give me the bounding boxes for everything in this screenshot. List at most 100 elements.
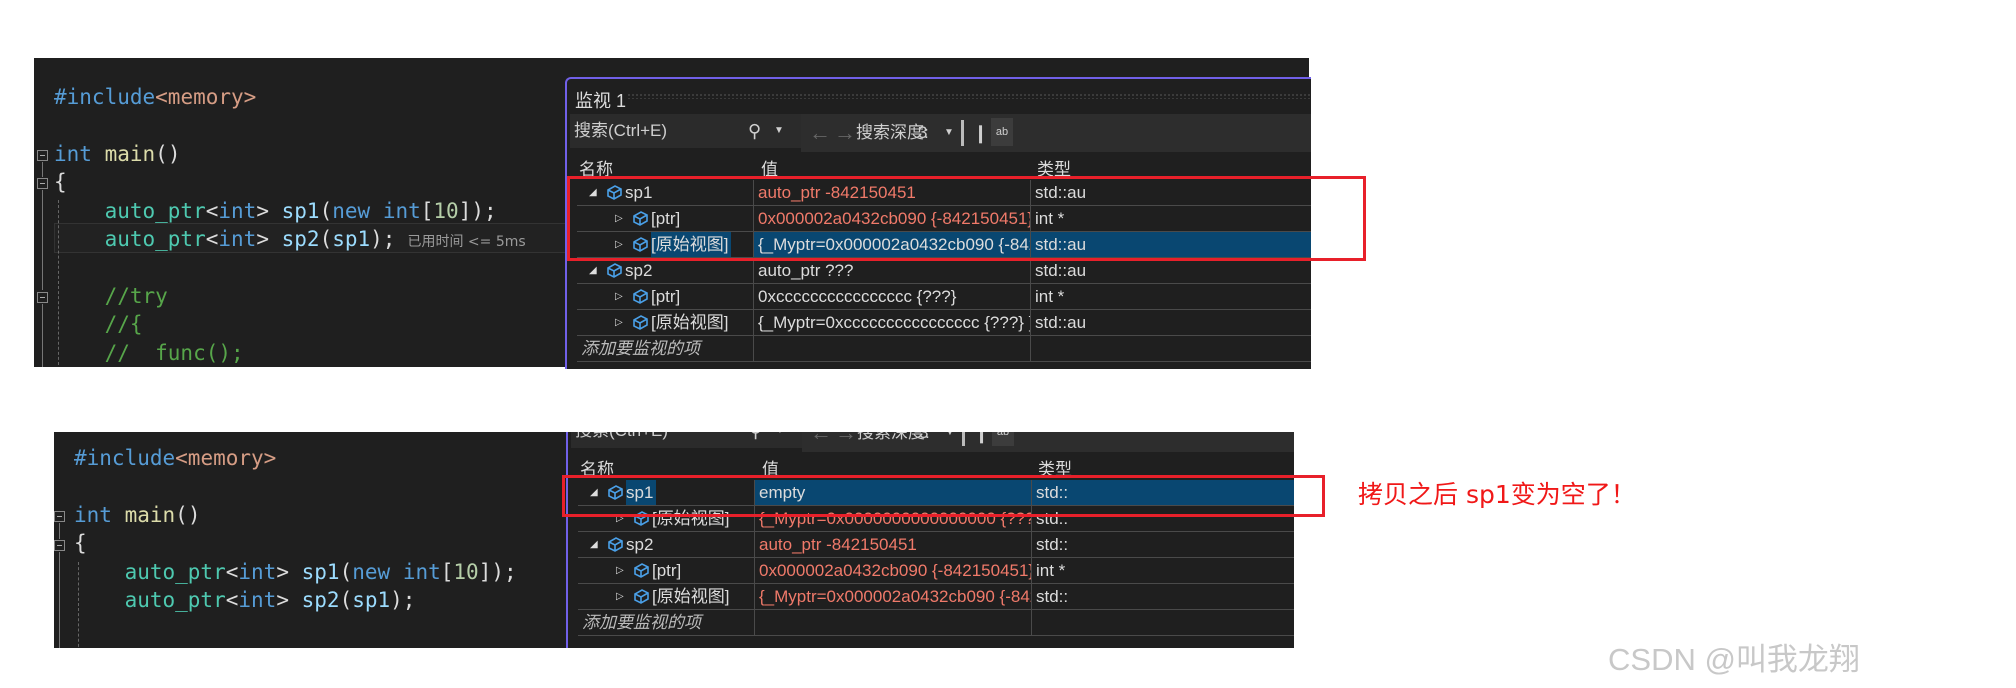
back-arrow-icon[interactable]: ← <box>810 432 832 452</box>
code-token: () <box>155 141 181 166</box>
value-cell[interactable]: {_Myptr=0xcccccccccccccccc {???} } <box>753 310 1030 335</box>
highlight-box-bottom <box>562 475 1325 517</box>
pin-icon[interactable]: ❙ <box>973 114 988 152</box>
search-icon[interactable]: ⚲ <box>749 432 762 448</box>
name-cell: ▷ [原始视图] <box>578 584 754 609</box>
chevron-down-icon[interactable]: ▼ <box>775 432 785 448</box>
code-token: ]); <box>458 198 497 223</box>
forward-arrow-icon[interactable]: → <box>834 114 856 152</box>
forward-arrow-icon[interactable]: → <box>835 432 857 452</box>
code-token: int <box>402 559 441 584</box>
watch-row[interactable]: ▷ [原始视图] {_Myptr=0xcccccccccccccccc {???} … <box>577 310 1311 336</box>
add-watch-item[interactable]: 添加要监视的项 <box>578 610 758 635</box>
fold-line <box>42 190 43 290</box>
code-token: main <box>104 141 156 166</box>
variable-name: [ptr] <box>651 287 681 306</box>
chevron-down-icon[interactable]: ▼ <box>944 114 954 152</box>
watch-row[interactable]: ▷ [原始视图] {_Myptr=0x000002a0432cb090 {-8421… <box>578 584 1294 610</box>
fold-line <box>42 304 43 367</box>
separator <box>962 432 965 446</box>
watch-row[interactable]: ▷ [ptr] 0x000002a0432cb090 {-842150451} int… <box>578 558 1294 584</box>
add-watch-row[interactable]: 添加要监视的项 <box>578 610 1294 636</box>
code-line: //try <box>54 282 168 310</box>
expand-triangle-icon[interactable]: ▷ <box>615 310 623 335</box>
hex-display-icon[interactable]: ab <box>992 432 1014 446</box>
expand-triangle-icon[interactable]: ▷ <box>616 584 624 609</box>
fold-toggle-brace[interactable] <box>37 178 48 189</box>
code-token: main <box>124 502 176 527</box>
object-icon <box>631 313 649 331</box>
chevron-down-icon[interactable]: ▼ <box>774 114 784 148</box>
hex-display-icon[interactable]: ab <box>991 118 1013 146</box>
code-token: 10 <box>433 198 459 223</box>
code-line: // func(); <box>54 339 244 367</box>
search-depth-value[interactable]: 3 <box>918 114 927 152</box>
code-token: sp2 <box>301 588 340 612</box>
empty-cell <box>753 336 1030 361</box>
value-cell[interactable]: auto_ptr ??? <box>753 258 1030 283</box>
title-grip[interactable] <box>627 93 1311 99</box>
value-cell[interactable]: auto_ptr -842150451 <box>754 532 1031 557</box>
watch-row[interactable]: ◢ sp2 auto_ptr -842150451 std:: <box>578 532 1294 558</box>
code-token: ( <box>339 559 353 584</box>
code-token: auto_ptr <box>124 588 226 612</box>
expand-triangle-icon[interactable]: ▷ <box>616 558 624 583</box>
code-token: ); <box>390 588 416 612</box>
pin-icon[interactable]: ❙ <box>974 432 989 452</box>
code-token: //{ <box>54 312 143 337</box>
fold-line <box>42 162 43 177</box>
fold-toggle-main[interactable] <box>37 150 48 161</box>
watch-row[interactable]: ◢ sp2 auto_ptr ??? std::au <box>577 258 1311 284</box>
variable-name: [ptr] <box>652 561 682 580</box>
code-line: { <box>54 168 67 196</box>
separator <box>961 120 964 146</box>
code-token: auto_ptr <box>124 559 226 584</box>
fold-toggle-try[interactable] <box>37 292 48 303</box>
code-token: ( <box>319 198 333 223</box>
code-token: sp2 <box>281 227 320 251</box>
value-cell[interactable]: 0xcccccccccccccccc {???} <box>753 284 1030 309</box>
code-token: < <box>205 198 219 223</box>
object-icon <box>606 535 624 553</box>
variable-name: sp2 <box>626 535 654 554</box>
code-token: < <box>225 588 239 612</box>
object-icon <box>632 587 650 605</box>
object-icon <box>605 261 623 279</box>
code-line: int main() <box>54 140 180 168</box>
expand-triangle-icon[interactable]: ▷ <box>615 284 623 309</box>
code-token: > <box>276 559 302 584</box>
object-icon <box>632 561 650 579</box>
search-depth-value[interactable]: 3 <box>919 432 928 452</box>
fold-toggle-main[interactable] <box>54 511 65 522</box>
code-token: < <box>205 227 219 251</box>
name-cell: ▷ [原始视图] <box>577 310 753 335</box>
type-cell: std::au <box>1030 258 1311 283</box>
watch-row[interactable]: ▷ [ptr] 0xcccccccccccccccc {???} int * <box>577 284 1311 310</box>
collapse-triangle-icon[interactable]: ◢ <box>590 532 598 557</box>
code-token: #include <box>54 85 156 109</box>
empty-cell <box>1031 610 1294 635</box>
variable-name: sp2 <box>625 261 653 280</box>
code-token: new <box>352 559 391 584</box>
back-arrow-icon[interactable]: ← <box>809 114 831 152</box>
code-token: #include <box>74 446 176 470</box>
code-token: sp1 <box>281 198 320 223</box>
collapse-triangle-icon[interactable]: ◢ <box>589 258 597 283</box>
add-watch-row[interactable]: 添加要监视的项 <box>577 336 1311 362</box>
code-line: auto_ptr<int> sp1(new int[10]); <box>54 197 497 225</box>
fold-toggle-brace[interactable] <box>54 540 65 551</box>
chevron-down-icon[interactable]: ▼ <box>945 432 955 452</box>
highlight-box-top <box>567 176 1366 261</box>
value-cell[interactable]: {_Myptr=0x000002a0432cb090 {-842150451} … <box>754 584 1031 609</box>
add-watch-item[interactable]: 添加要监视的项 <box>577 336 757 361</box>
search-icon[interactable]: ⚲ <box>748 114 761 148</box>
watch-search-box[interactable]: 搜索(Ctrl+E) ⚲ ▼ <box>570 114 802 148</box>
code-token: int <box>74 502 112 527</box>
watch-search-box[interactable]: 搜索(Ctrl+E) ⚲ ▼ <box>571 432 803 448</box>
code-token: ); <box>370 227 396 251</box>
value-cell[interactable]: 0x000002a0432cb090 {-842150451} <box>754 558 1031 583</box>
search-placeholder: 搜索(Ctrl+E) <box>575 432 668 440</box>
watch-window: 搜索(Ctrl+E)⚲▼←→搜索深度:3▼❙ab 名称值类型◢sp1emptys… <box>566 432 1294 648</box>
code-token: sp1 <box>332 227 371 251</box>
